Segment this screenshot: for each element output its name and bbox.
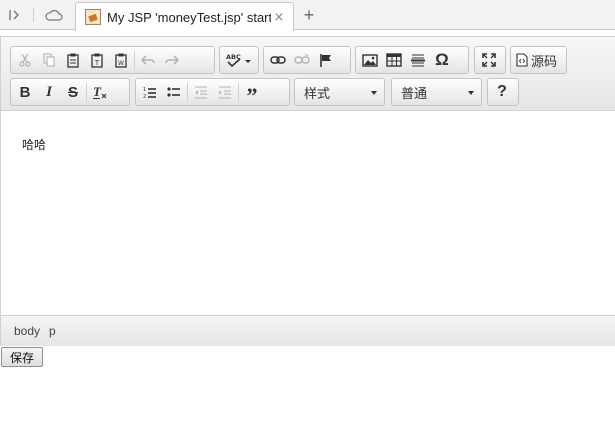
browser-tab[interactable]: My JSP 'moneyTest.jsp' starti × <box>75 2 294 31</box>
svg-text:1: 1 <box>143 87 146 93</box>
save-button[interactable]: 保存 <box>1 347 43 367</box>
svg-text:W: W <box>118 60 124 67</box>
toolbar-separator <box>238 83 239 101</box>
numbered-list-icon[interactable]: 12 <box>138 81 162 103</box>
paste-icon[interactable] <box>61 49 85 71</box>
help-icon[interactable]: ? <box>490 81 514 103</box>
style-combo-value: 样式 <box>304 86 331 102</box>
svg-text:T: T <box>94 59 100 67</box>
chevron-down-icon <box>371 91 377 95</box>
paste-word-icon[interactable]: W <box>109 49 133 71</box>
new-tab-button[interactable]: + <box>297 4 321 26</box>
content-paragraph[interactable]: 哈哈 <box>22 136 46 153</box>
toolbar-separator <box>134 51 135 69</box>
browser-tab-strip: My JSP 'moneyTest.jsp' starti × + <box>0 0 615 31</box>
insert-group: Ω <box>355 46 469 74</box>
tabstrip-divider <box>33 8 34 22</box>
italic-icon[interactable]: I <box>37 81 61 103</box>
format-combo-value: 普通 <box>401 86 428 102</box>
svg-text:2: 2 <box>143 94 146 99</box>
maximize-icon[interactable] <box>477 49 501 71</box>
blockquote-icon[interactable]: ” <box>240 81 264 108</box>
link-icon[interactable] <box>266 49 290 71</box>
toolbar-row-1: T W ABC Ω 源码 <box>1 46 615 74</box>
favicon-icon <box>85 9 101 25</box>
cloud-icon[interactable] <box>42 4 66 26</box>
tab-title: My JSP 'moneyTest.jsp' starti <box>107 9 271 25</box>
toolbar-row-2: B I S T 12 ” 样式 普通 ? <box>1 78 615 108</box>
cut-icon[interactable] <box>13 49 37 71</box>
horizontal-rule-icon[interactable] <box>406 49 430 71</box>
decrease-indent-icon[interactable] <box>189 81 213 103</box>
toolbar-separator <box>187 83 188 101</box>
tab-close-icon[interactable]: × <box>271 10 287 25</box>
bold-icon[interactable]: B <box>13 81 37 103</box>
strikethrough-icon[interactable]: S <box>61 81 85 103</box>
undo-icon[interactable] <box>136 49 160 71</box>
source-label: 源码 <box>531 54 558 70</box>
basic-styles-group: B I S T <box>10 78 130 106</box>
toolbar-separator <box>86 83 87 101</box>
remove-format-icon[interactable]: T <box>88 81 112 103</box>
anchor-flag-icon[interactable] <box>314 49 338 71</box>
table-icon[interactable] <box>382 49 406 71</box>
unlink-icon[interactable] <box>290 49 314 71</box>
clipboard-undo-group: T W <box>10 46 215 74</box>
link-group <box>263 46 351 74</box>
bulleted-list-icon[interactable] <box>162 81 186 103</box>
style-combo[interactable]: 样式 <box>294 78 385 106</box>
path-item-p[interactable]: p <box>49 324 56 338</box>
image-icon[interactable] <box>358 49 382 71</box>
svg-text:T: T <box>93 85 102 99</box>
spellcheck-icon[interactable]: ABC <box>222 49 256 71</box>
editor-content-area[interactable]: 哈哈 <box>1 112 615 315</box>
elements-path-bar: body p <box>1 315 615 346</box>
help-group: ? <box>487 78 519 106</box>
editor-toolbar: T W ABC Ω 源码 B I S T 1 2 ” 样式 普通 ? <box>1 37 615 111</box>
chevron-down-icon <box>468 91 474 95</box>
maximize-group <box>474 46 506 74</box>
copy-icon[interactable] <box>37 49 61 71</box>
sidebar-toggle-icon[interactable] <box>4 4 26 26</box>
source-group: 源码 <box>510 46 567 74</box>
list-indent-group: 12 ” <box>135 78 290 108</box>
redo-icon[interactable] <box>160 49 184 71</box>
source-file-icon <box>516 53 528 67</box>
increase-indent-icon[interactable] <box>213 81 237 103</box>
paste-text-icon[interactable]: T <box>85 49 109 71</box>
special-char-omega-icon[interactable]: Ω <box>430 49 454 71</box>
path-item-body[interactable]: body <box>14 324 40 338</box>
rich-text-editor: T W ABC Ω 源码 B I S T 1 2 ” 样式 普通 ? 哈哈 bo… <box>0 36 615 346</box>
spellcheck-group: ABC <box>219 46 259 74</box>
format-combo[interactable]: 普通 <box>391 78 482 106</box>
source-button[interactable]: 源码 <box>516 49 557 71</box>
